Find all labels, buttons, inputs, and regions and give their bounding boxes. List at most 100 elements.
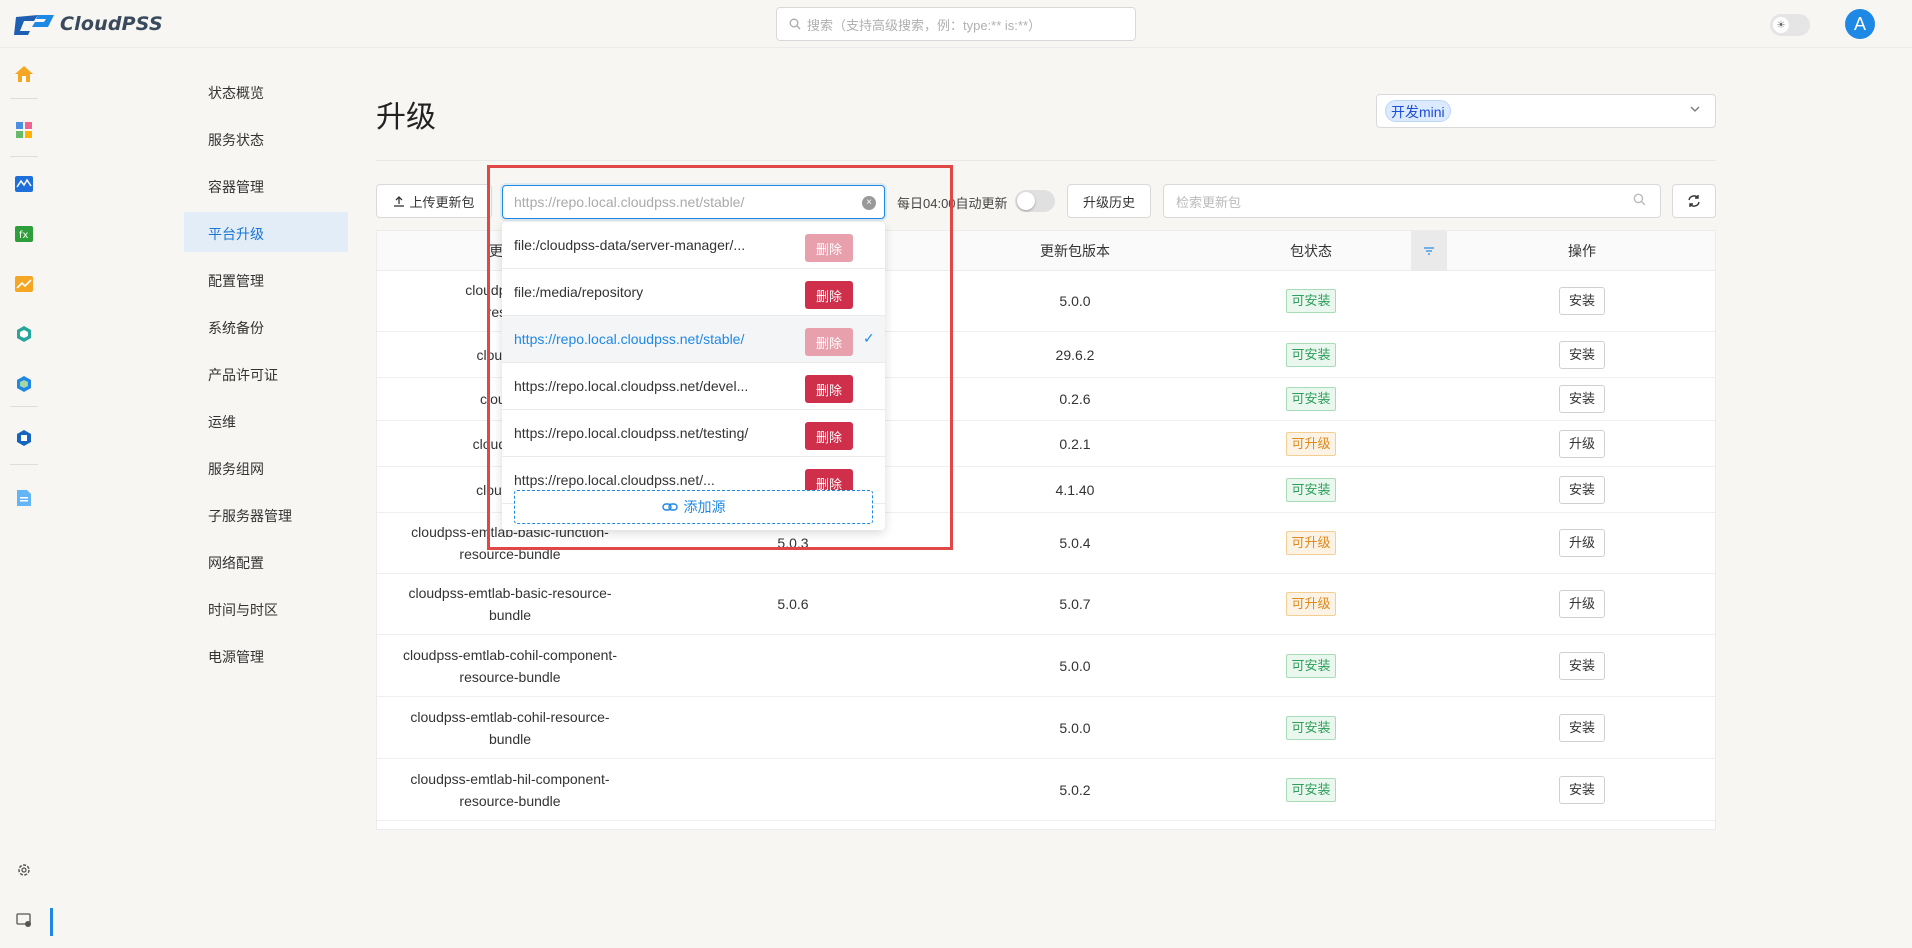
subnav-item-time[interactable]: 时间与时区	[184, 588, 348, 628]
subnav-item-service-status[interactable]: 服务状态	[184, 118, 348, 158]
package-name-cell: cloudpss-emtlab-basic-resource- bundle	[408, 585, 612, 623]
upload-icon	[394, 196, 405, 207]
install-button[interactable]: 安装	[1559, 385, 1605, 413]
table-row: cloudpss-emtlab-cohil-component- resourc…	[377, 635, 1715, 697]
package-version-cell: 5.0.2	[1059, 781, 1091, 798]
install-button[interactable]: 安装	[1559, 713, 1605, 742]
app-rail: fx	[0, 48, 50, 948]
status-badge: 可安装	[1286, 653, 1336, 678]
package-version-cell: 5.0.4	[1059, 535, 1091, 551]
hex-module-icon[interactable]	[14, 324, 34, 344]
status-badge: 可升级	[1286, 431, 1336, 456]
chevron-down-icon	[1689, 103, 1701, 118]
install-button[interactable]: 安装	[1559, 340, 1605, 369]
installed-version-cell	[643, 635, 943, 696]
package-version-cell: 0.2.6	[1059, 391, 1091, 407]
subnav-item-config[interactable]: 配置管理	[184, 259, 348, 299]
install-button[interactable]: 安装	[1559, 775, 1605, 804]
installed-version-cell	[643, 697, 943, 758]
package-version-cell: 29.6.2	[1055, 346, 1095, 363]
status-filter-icon[interactable]	[1411, 231, 1447, 271]
home-icon[interactable]	[14, 64, 34, 84]
refresh-icon	[1688, 195, 1700, 207]
upload-package-label: 上传更新包	[409, 194, 475, 210]
package-name-cell: cloudpss-emtlab-cohil-component- resourc…	[403, 646, 617, 685]
status-badge: 可安装	[1286, 342, 1336, 367]
status-badge: 可安装	[1286, 777, 1336, 802]
settings-subnav: 状态概览 服务状态 容器管理 平台升级 配置管理 系统备份 产品许可证 运维 服…	[184, 72, 348, 683]
toggle-knob	[1017, 192, 1035, 210]
subnav-item-backup[interactable]: 系统备份	[184, 306, 348, 346]
highlight-annotation-box	[487, 165, 953, 550]
rail-active-indicator	[50, 908, 53, 936]
theme-toggle[interactable]: ☀	[1770, 14, 1810, 36]
upgrade-button[interactable]: 升级	[1559, 590, 1605, 618]
upload-package-button[interactable]: 上传更新包	[376, 184, 492, 218]
system-admin-icon[interactable]	[14, 910, 34, 930]
rail-divider	[10, 464, 38, 465]
status-badge: 可升级	[1286, 531, 1336, 555]
subnav-item-containers[interactable]: 容器管理	[184, 165, 348, 205]
package-version-cell: 0.2.1	[1059, 435, 1091, 452]
rail-divider	[10, 406, 38, 407]
global-search-input[interactable]: 搜索（支持高级搜索，例：type:** is:**）	[776, 7, 1136, 41]
subnav-item-network[interactable]: 网络配置	[184, 541, 348, 581]
settings-gear-icon[interactable]	[14, 860, 34, 880]
installed-version-cell	[643, 759, 943, 820]
rail-divider	[10, 98, 38, 99]
waveform-icon[interactable]	[14, 174, 34, 194]
installed-version-cell: 5.0.6	[777, 596, 809, 612]
package-name-cell: cloudpss-emtlab-cohil-resource- bundle	[410, 708, 610, 747]
upgrade-button[interactable]: 升级	[1559, 429, 1605, 458]
install-button[interactable]: 安装	[1559, 287, 1605, 315]
install-button[interactable]: 安装	[1559, 651, 1605, 680]
table-row: cloudpss-emtlab-cohil-resource- bundle 5…	[377, 697, 1715, 759]
environment-select[interactable]: 开发mini	[1376, 94, 1716, 128]
trend-chart-icon[interactable]	[14, 274, 34, 294]
column-header-status: 包状态	[1290, 243, 1332, 259]
sun-icon: ☀	[1773, 17, 1789, 33]
upgrade-history-button[interactable]: 升级历史	[1067, 184, 1151, 218]
package-search-input[interactable]: 检索更新包	[1163, 184, 1661, 218]
apps-grid-icon[interactable]	[14, 120, 34, 140]
table-row: cloudpss-emtlab-hil-component- resource-…	[377, 759, 1715, 821]
status-badge: 可安装	[1286, 289, 1336, 313]
auto-update-toggle[interactable]	[1015, 190, 1055, 212]
package-name-cell: cloudpss-emtlab-hil-component- resource-…	[410, 770, 610, 809]
cloudpss-logo-icon	[14, 15, 54, 35]
upgrade-button[interactable]: 升级	[1559, 529, 1605, 557]
subnav-item-power[interactable]: 电源管理	[184, 635, 348, 675]
shield-module-icon[interactable]	[14, 428, 34, 448]
environment-tag: 开发mini	[1385, 100, 1451, 122]
subnav-item-platform-upgrade[interactable]: 平台升级	[184, 212, 348, 252]
column-header-action: 操作	[1568, 243, 1596, 259]
user-avatar[interactable]: A	[1845, 9, 1875, 39]
package-version-cell: 5.0.0	[1059, 293, 1091, 309]
hex-module-alt-icon[interactable]	[14, 374, 34, 394]
function-icon[interactable]: fx	[14, 224, 34, 244]
document-icon[interactable]	[14, 488, 34, 508]
subnav-item-overview[interactable]: 状态概览	[184, 71, 348, 111]
search-placeholder: 搜索（支持高级搜索，例：type:** is:**）	[807, 17, 1042, 33]
subnav-item-sub-servers[interactable]: 子服务器管理	[184, 494, 348, 534]
search-icon	[1633, 193, 1646, 209]
table-row: cloudpss-emtlab-basic-resource- bundle 5…	[377, 574, 1715, 635]
svg-text:fx: fx	[19, 230, 29, 241]
package-version-cell: 5.0.0	[1059, 719, 1091, 736]
package-version-cell: 5.0.0	[1059, 657, 1091, 674]
status-badge: 可安装	[1286, 715, 1336, 740]
search-icon	[789, 18, 801, 30]
page-title: 升级	[376, 101, 436, 134]
subnav-item-ops[interactable]: 运维	[184, 400, 348, 440]
app-name: CloudPSS	[60, 13, 163, 35]
subnav-item-service-network[interactable]: 服务组网	[184, 447, 348, 487]
status-badge: 可安装	[1286, 387, 1336, 411]
app-logo[interactable]: CloudPSS	[14, 12, 163, 36]
status-badge: 可安装	[1286, 477, 1336, 502]
install-button[interactable]: 安装	[1559, 475, 1605, 504]
refresh-button[interactable]	[1672, 184, 1716, 218]
subnav-item-license[interactable]: 产品许可证	[184, 353, 348, 393]
header-divider	[376, 160, 1716, 161]
top-bar: CloudPSS 搜索（支持高级搜索，例：type:** is:**） ☀ A	[0, 0, 1912, 48]
rail-divider	[10, 156, 38, 157]
